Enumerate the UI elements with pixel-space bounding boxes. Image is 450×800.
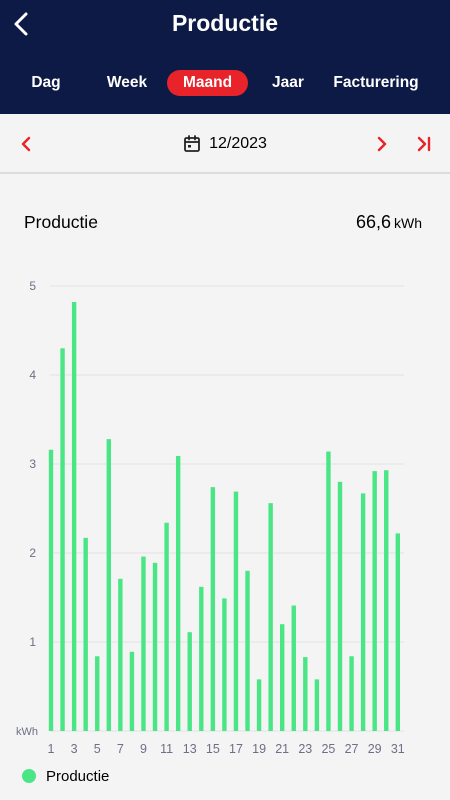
bar-day-4 <box>83 537 88 731</box>
bar-day-23 <box>303 657 308 731</box>
summary-total: 66,6 kWh <box>356 212 422 233</box>
tab-facturering[interactable]: Facturering <box>330 70 422 96</box>
bar-day-20 <box>268 503 273 731</box>
bar-day-14 <box>199 586 204 731</box>
x-tick-label: 11 <box>160 742 173 756</box>
calendar-icon <box>184 135 200 152</box>
tab-maand[interactable]: Maand <box>167 70 248 96</box>
page-title: Productie <box>171 10 279 36</box>
bar-day-19 <box>256 679 262 731</box>
bar-day-7 <box>118 578 123 731</box>
last-period-button[interactable] <box>410 130 438 158</box>
y-tick-label: 1 <box>29 635 36 649</box>
chevron-right-icon <box>377 136 387 152</box>
production-bar-chart: 12345kWh1 3 5 7 9 11 13 15 17 19 21 23 25 27 29 31 <box>16 279 405 756</box>
skip-to-end-icon <box>417 136 431 152</box>
bar-day-1 <box>48 449 54 731</box>
x-tick-label: 31 <box>391 742 405 756</box>
legend-label: Productie <box>46 767 110 785</box>
x-tick-label: 19 <box>252 742 266 756</box>
bar-day-31 <box>395 533 400 731</box>
x-tick-label: 1 <box>48 742 55 756</box>
x-tick-label: 5 <box>94 742 101 756</box>
x-tick-label: 25 <box>321 742 335 756</box>
tab-week[interactable]: Week <box>100 70 154 96</box>
bar-day-28 <box>360 493 366 731</box>
bar-day-17 <box>233 491 239 731</box>
bar-day-13 <box>187 632 192 731</box>
summary-unit: kWh <box>394 215 422 231</box>
bar-day-8 <box>129 651 135 731</box>
bar-day-29 <box>372 471 377 731</box>
tab-jaar[interactable]: Jaar <box>264 70 312 96</box>
chart-legend: Productie <box>22 766 109 786</box>
bar-day-10 <box>152 562 158 731</box>
x-tick-label: 29 <box>368 742 382 756</box>
tab-dag[interactable]: Dag <box>20 70 72 96</box>
bar-day-2 <box>60 348 65 731</box>
bar-day-30 <box>384 470 389 731</box>
x-tick-label: 17 <box>229 742 243 756</box>
bar-day-11 <box>164 522 169 731</box>
bar-day-16 <box>222 598 227 731</box>
bar-day-21 <box>280 624 285 731</box>
y-tick-label: 4 <box>29 368 36 382</box>
date-navigation: 12/2023 <box>0 114 450 174</box>
bar-day-15 <box>210 487 216 731</box>
bar-day-3 <box>71 302 77 731</box>
summary-value: 66,6 <box>355 212 391 232</box>
legend-swatch <box>22 769 36 783</box>
x-tick-label: 9 <box>140 742 147 756</box>
next-period-button[interactable] <box>368 130 396 158</box>
bar-day-25 <box>326 451 331 731</box>
bar-day-22 <box>291 605 296 731</box>
x-tick-label: 7 <box>117 742 124 756</box>
y-tick-label: 2 <box>29 546 36 560</box>
bar-day-5 <box>95 656 100 731</box>
current-date: 12/2023 <box>209 135 267 152</box>
period-tabs: Dag Week Maand Jaar Facturering <box>0 70 450 96</box>
x-tick-label: 21 <box>275 742 289 756</box>
bar-day-26 <box>337 481 343 731</box>
app-header: Productie Dag Week Maand Jaar Facturerin… <box>0 0 450 114</box>
x-tick-label: 23 <box>298 742 312 756</box>
x-tick-label: 15 <box>206 742 220 756</box>
bar-day-9 <box>141 556 146 731</box>
y-tick-label: 5 <box>29 279 36 293</box>
y-axis-unit-label: kWh <box>16 726 38 738</box>
y-tick-label: 3 <box>29 457 36 471</box>
x-tick-label: 27 <box>345 742 359 756</box>
x-tick-label: 13 <box>183 742 197 756</box>
bar-day-12 <box>175 455 181 731</box>
bar-day-27 <box>349 656 354 731</box>
bar-day-18 <box>245 570 250 731</box>
bar-day-6 <box>106 439 111 731</box>
x-tick-label: 3 <box>71 742 78 756</box>
bar-day-24 <box>314 679 320 731</box>
summary-label: Productie <box>24 212 98 232</box>
